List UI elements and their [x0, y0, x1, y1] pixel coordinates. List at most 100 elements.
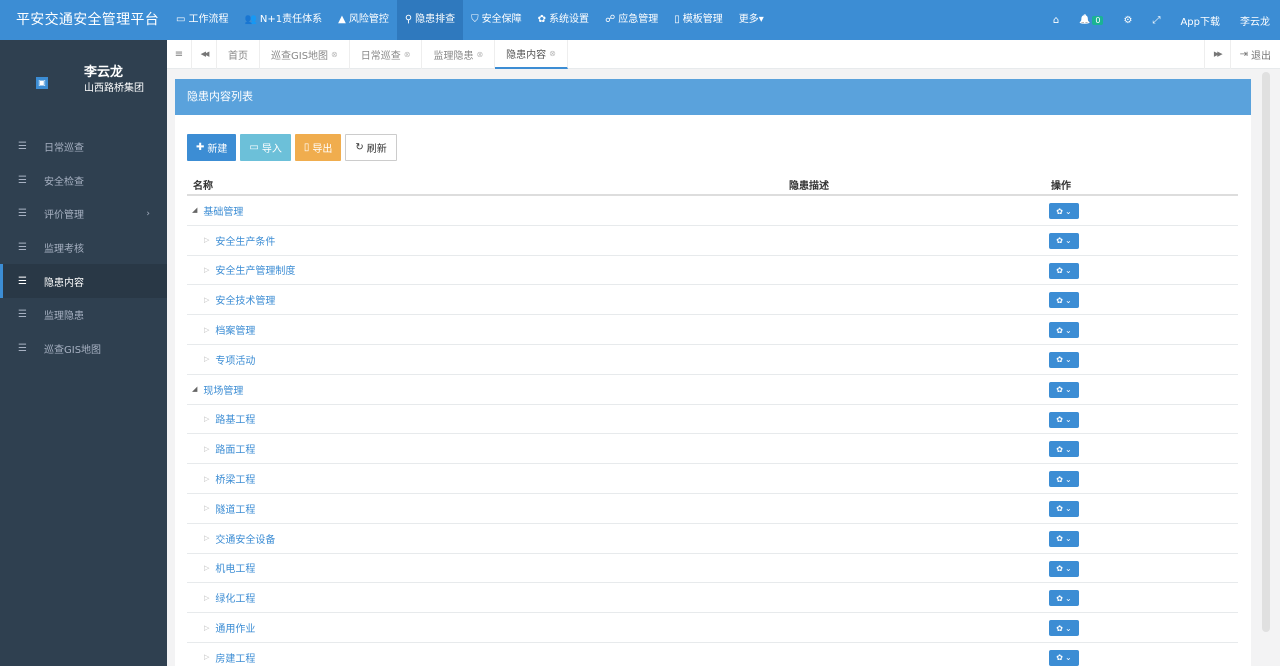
- row-name-cell[interactable]: ▷ 桥梁工程: [187, 471, 255, 487]
- avatar[interactable]: ▣: [36, 77, 48, 89]
- home-button[interactable]: ⌂: [1043, 15, 1069, 26]
- topnav-item-3[interactable]: ⚲ 隐患排查: [396, 0, 464, 40]
- close-tab-icon[interactable]: ⊗: [549, 49, 556, 58]
- collapsed-caret-icon[interactable]: ▷: [204, 475, 209, 483]
- tabs-scroll-right-button[interactable]: ▶▶: [1203, 39, 1230, 69]
- row-name-cell[interactable]: ▷ 通用作业: [187, 620, 255, 636]
- row-action-dropdown-button[interactable]: ✿ ⌄: [1049, 471, 1079, 488]
- row-action-dropdown-button[interactable]: ✿ ⌄: [1049, 262, 1079, 279]
- sidebar-item-1[interactable]: ☰ 安全检查: [0, 164, 167, 198]
- row-name-cell[interactable]: ▷ 绿化工程: [187, 590, 255, 606]
- row-action-dropdown-button[interactable]: ✿ ⌄: [1049, 322, 1079, 339]
- collapsed-caret-icon[interactable]: ▷: [204, 296, 209, 304]
- row-name-cell[interactable]: ▷ 路基工程: [187, 411, 255, 427]
- row-action-dropdown-button[interactable]: ✿ ⌄: [1049, 351, 1079, 368]
- collapsed-caret-icon[interactable]: ▷: [204, 445, 209, 453]
- table-row: ▷ 路面工程 ✿ ⌄: [187, 434, 1238, 465]
- row-name-cell[interactable]: ◢ 现场管理: [187, 382, 243, 397]
- row-action-dropdown-button[interactable]: ✿ ⌄: [1049, 232, 1079, 249]
- row-action-dropdown-button[interactable]: ✿ ⌄: [1049, 590, 1079, 607]
- chevron-down-icon: ⌄: [1065, 504, 1072, 514]
- row-name-cell[interactable]: ◢ 基础管理: [187, 203, 243, 218]
- vertical-scrollbar[interactable]: [1262, 72, 1270, 632]
- fullscreen-button[interactable]: ⤢: [1142, 15, 1170, 26]
- sidebar-item-4[interactable]: ☰ 隐患内容: [0, 264, 167, 298]
- collapsed-caret-icon[interactable]: ▷: [204, 326, 209, 334]
- row-action-dropdown-button[interactable]: ✿ ⌄: [1049, 381, 1079, 398]
- row-action-dropdown-button[interactable]: ✿ ⌄: [1049, 203, 1079, 219]
- logout-button[interactable]: ⇥ 退出: [1229, 39, 1280, 69]
- sidebar-item-3[interactable]: ☰ 监理考核: [0, 231, 167, 265]
- tab-2[interactable]: 日常巡查 ⊗: [350, 39, 423, 69]
- collapsed-caret-icon[interactable]: ▷: [204, 504, 209, 512]
- row-name-cell[interactable]: ▷ 安全生产条件: [187, 233, 275, 248]
- row-name-cell[interactable]: ▷ 房建工程: [187, 650, 255, 665]
- row-name-cell[interactable]: ▷ 安全技术管理: [187, 292, 275, 308]
- refresh-button[interactable]: ↻ 刷新: [345, 134, 397, 161]
- row-action-dropdown-button[interactable]: ✿ ⌄: [1049, 530, 1079, 547]
- tab-4[interactable]: 隐患内容 ⊗: [495, 39, 568, 69]
- row-action-dropdown-button[interactable]: ✿ ⌄: [1049, 411, 1079, 428]
- row-name-cell[interactable]: ▷ 隧道工程: [187, 501, 255, 516]
- topnav-item-5[interactable]: ✿ 系统设置: [530, 0, 597, 40]
- collapsed-caret-icon[interactable]: ▷: [204, 236, 209, 244]
- row-name-cell[interactable]: ▷ 专项活动: [187, 352, 255, 367]
- collapsed-caret-icon[interactable]: ▷: [204, 653, 209, 661]
- topnav-item-0[interactable]: ▭ 工作流程: [168, 0, 236, 40]
- sidebar-toggle-button[interactable]: ≡: [167, 39, 192, 69]
- row-name-cell[interactable]: ▷ 交通安全设备: [187, 531, 275, 546]
- hamburger-icon: ≡: [174, 48, 184, 60]
- sidebar-item-2[interactable]: ☰ 评价管理 ›: [0, 197, 167, 231]
- tab-1[interactable]: 巡查GIS地图 ⊗: [260, 39, 350, 69]
- row-action-dropdown-button[interactable]: ✿ ⌄: [1049, 649, 1079, 666]
- tab-0[interactable]: 首页: [217, 39, 260, 69]
- folder-icon: ▭: [249, 142, 259, 153]
- top-navbar: 平安交通安全管理平台 ▭ 工作流程 👥 N+1责任体系 ▲ 风险管控 ⚲ 隐患排查 ⛉ 安全保障 ✿…: [0, 0, 1280, 40]
- topnav-item-7[interactable]: ▯ 模板管理: [666, 0, 731, 40]
- topnav-item-2[interactable]: ▲ 风险管控: [330, 0, 397, 40]
- topnav-item-4[interactable]: ⛉ 安全保障: [463, 0, 530, 40]
- new-button[interactable]: ✚ 新建: [187, 134, 237, 161]
- row-name-cell[interactable]: ▷ 安全生产管理制度: [187, 262, 295, 278]
- row-action-dropdown-button[interactable]: ✿ ⌄: [1049, 441, 1079, 458]
- import-button[interactable]: ▭ 导入: [240, 134, 291, 161]
- sidebar-item-0[interactable]: ☰ 日常巡查: [0, 130, 167, 164]
- row-action-dropdown-button[interactable]: ✿ ⌄: [1049, 560, 1079, 577]
- user-menu[interactable]: 李云龙: [1230, 13, 1280, 28]
- collapsed-caret-icon[interactable]: ▷: [204, 266, 209, 274]
- row-action-dropdown-button[interactable]: ✿ ⌄: [1049, 292, 1079, 309]
- topnav-item-8[interactable]: 更多▾: [731, 0, 772, 40]
- collapsed-caret-icon[interactable]: ▷: [204, 415, 209, 423]
- sidebar-item-label: 监理隐患: [44, 311, 84, 323]
- close-tab-icon[interactable]: ⊗: [404, 50, 411, 59]
- tab-3[interactable]: 监理隐患 ⊗: [422, 39, 496, 69]
- expanded-caret-icon[interactable]: ◢: [192, 206, 197, 214]
- topnav-item-6[interactable]: ☍ 应急管理: [597, 0, 666, 40]
- sidebar-item-6[interactable]: ☰ 巡查GIS地图: [0, 332, 167, 366]
- row-name-cell[interactable]: ▷ 机电工程: [187, 560, 255, 576]
- row-action-dropdown-button[interactable]: ✿ ⌄: [1049, 500, 1079, 517]
- tabs-scroll-left-button[interactable]: ◀◀: [192, 39, 217, 69]
- row-name-cell[interactable]: ▷ 路面工程: [187, 441, 255, 457]
- close-tab-icon[interactable]: ⊗: [476, 50, 483, 59]
- collapsed-caret-icon[interactable]: ▷: [204, 624, 209, 632]
- app-title[interactable]: 平安交通安全管理平台: [0, 0, 168, 40]
- collapsed-caret-icon[interactable]: ▷: [204, 594, 209, 602]
- row-name-cell[interactable]: ▷ 档案管理: [187, 322, 255, 338]
- row-action-dropdown-button[interactable]: ✿ ⌄: [1049, 620, 1079, 637]
- gear-icon: ✿: [1056, 415, 1063, 425]
- chevron-down-icon: ⌄: [1065, 593, 1072, 603]
- sidebar-item-5[interactable]: ☰ 监理隐患: [0, 298, 167, 332]
- expanded-caret-icon[interactable]: ◢: [192, 385, 197, 393]
- app-download-link[interactable]: App下载: [1170, 13, 1230, 28]
- notification-button[interactable]: 🔔 0: [1069, 15, 1113, 25]
- settings-button[interactable]: ⚙: [1113, 15, 1142, 26]
- export-button[interactable]: ▯ 导出: [294, 134, 342, 161]
- collapsed-caret-icon[interactable]: ▷: [204, 564, 209, 572]
- close-tab-icon[interactable]: ⊗: [331, 50, 338, 59]
- collapsed-caret-icon[interactable]: ▷: [204, 534, 209, 542]
- collapsed-caret-icon[interactable]: ▷: [204, 355, 209, 363]
- topnav-item-1[interactable]: 👥 N+1责任体系: [236, 0, 330, 40]
- table-row: ▷ 绿化工程 ✿ ⌄: [187, 583, 1238, 614]
- fullscreen-icon: ⤢: [1152, 14, 1161, 26]
